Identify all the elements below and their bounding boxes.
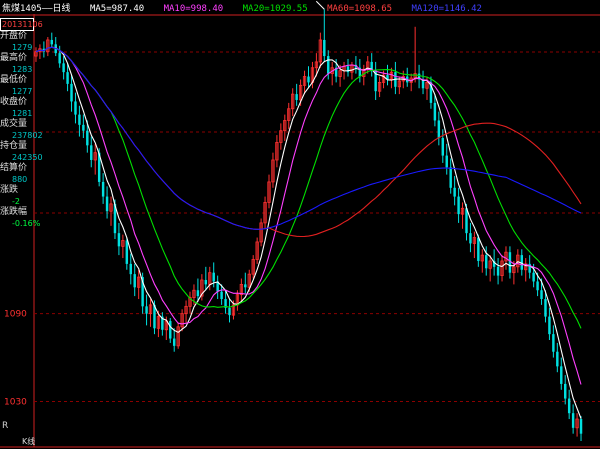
info-label: 涨跌幅 [0, 207, 28, 217]
candle-body-down [78, 114, 81, 125]
candle-body-down [66, 72, 69, 84]
info-label: 成交量 [0, 119, 28, 129]
y-tick-label: 1090 [4, 310, 27, 320]
candle-body-down [433, 102, 437, 121]
y-tick-label: 1030 [4, 397, 27, 407]
candle-body-down [196, 290, 200, 297]
candle-body-down [469, 233, 472, 244]
candle-body-down [564, 383, 567, 399]
info-label: 收盘价 [0, 97, 28, 107]
candle-body-down [220, 291, 223, 300]
r-label[interactable]: R [2, 421, 8, 431]
candle-body-down [228, 307, 231, 316]
candle-body-down [449, 167, 452, 188]
info-label: 最高价 [0, 53, 28, 63]
candle-body-down [457, 196, 460, 215]
candle-body-down [477, 237, 480, 261]
candle-body-down [540, 290, 543, 300]
candle-body-down [125, 240, 129, 264]
info-value: -2 [12, 197, 20, 206]
info-label: 开盘价 [0, 31, 28, 41]
grid-layer [0, 14, 600, 448]
info-value: 1277 [12, 87, 33, 96]
info-label: 结算价 [0, 163, 28, 173]
candle-body-down [50, 39, 53, 45]
candle-body-down [117, 233, 121, 247]
candle-body-down [74, 101, 77, 115]
info-date: 20131106 [0, 18, 43, 31]
candle-body-down [307, 76, 310, 83]
peak-pointer [315, 0, 325, 10]
info-value: -0.16% [12, 219, 41, 228]
candle-body-down [556, 351, 559, 367]
candle-body-down [485, 255, 488, 269]
candle-body-down [508, 252, 512, 273]
candle-body-down [453, 187, 456, 197]
candle-body-down [552, 334, 555, 352]
candle-body-down [327, 56, 330, 74]
candle-body-down [212, 272, 215, 282]
candle-body-down [571, 413, 575, 428]
candle-body-down [560, 366, 563, 384]
candle-body-down [58, 53, 61, 64]
info-value: 237802 [12, 131, 43, 140]
info-value: 880 [12, 175, 28, 184]
candle-body-down [90, 145, 93, 160]
info-value: 1283 [12, 65, 33, 74]
ma5-line [35, 46, 582, 419]
candle-body-down [86, 130, 89, 146]
candle-body-down [579, 419, 583, 434]
candle-body-down [323, 39, 326, 57]
candle-layer [34, 9, 583, 441]
info-panel: 20131106 开盘价 1279 最高价 1283 最低价 1277 收盘价 1281 成交量… [0, 18, 43, 229]
candle-body-down [441, 138, 445, 156]
candle-body-down [532, 272, 535, 282]
candle-body-down [133, 274, 136, 288]
candle-body-down [105, 196, 109, 212]
label-layer: 1090 1030 1298 [4, 0, 325, 407]
candle-body-down [145, 306, 148, 314]
candle-body-down [295, 94, 298, 100]
info-value: 242350 [12, 153, 43, 162]
ma20-line [35, 46, 582, 329]
candle-body-down [548, 316, 551, 335]
candle-body-down [101, 181, 105, 197]
info-label: 涨跌 [0, 185, 19, 195]
candle-body-down [82, 124, 85, 131]
candle-body-down [129, 263, 132, 275]
candle-body-down [62, 63, 65, 73]
candle-body-down [536, 281, 539, 291]
peak-label: 1298 [294, 0, 317, 2]
candle-body-down [169, 320, 172, 339]
candle-body-down [70, 83, 73, 102]
candle-body-down [172, 338, 176, 346]
info-label: 持仓量 [0, 141, 28, 151]
info-label: 最低价 [0, 75, 28, 85]
info-value: 1281 [12, 109, 33, 118]
candle-body-down [496, 266, 500, 276]
candlestick-chart[interactable]: 1090 1030 1298 [0, 0, 600, 449]
info-rows: 开盘价 1279 最高价 1283 最低价 1277 收盘价 1281 成交量 237802 持仓量… [0, 31, 43, 229]
candle-body-down [244, 284, 247, 288]
k-line-label[interactable]: K线 [22, 436, 35, 447]
ma-layer [35, 46, 582, 419]
info-value: 1279 [12, 43, 33, 52]
candle-body-down [445, 155, 448, 168]
candle-body-down [567, 398, 571, 414]
candle-body-down [204, 279, 208, 285]
candle-body-down [544, 299, 547, 317]
candle-body-down [437, 120, 441, 139]
